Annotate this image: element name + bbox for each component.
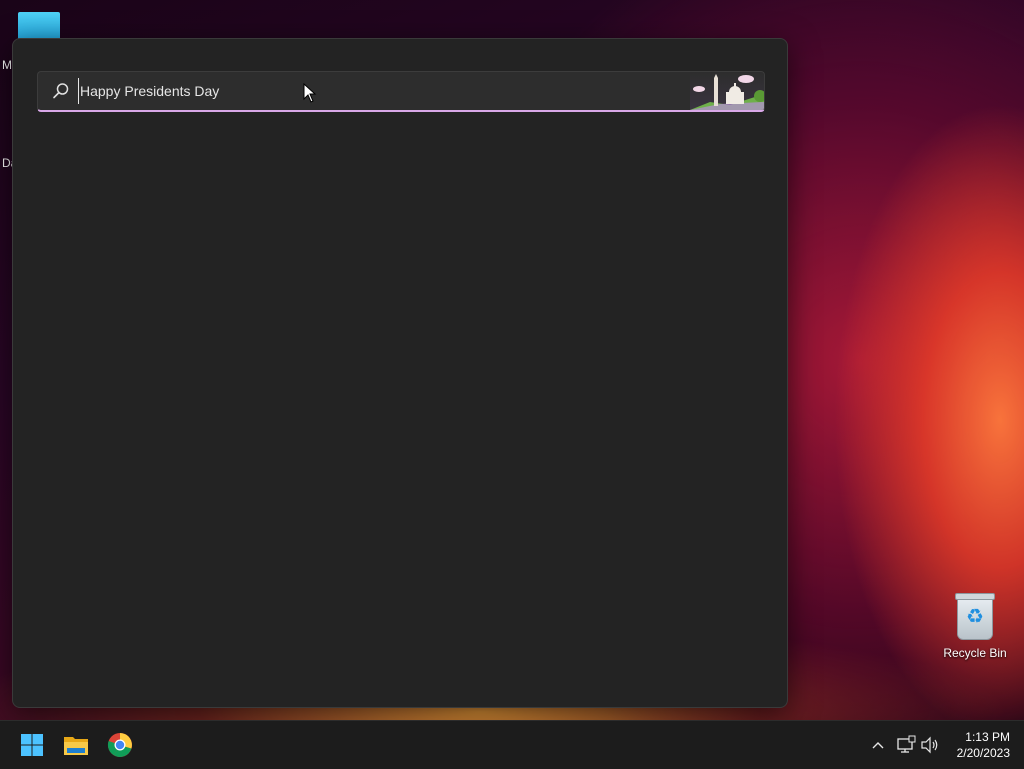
windows-logo-icon (21, 734, 43, 756)
mouse-pointer-icon (303, 83, 317, 103)
recycle-bin-label: Recycle Bin (943, 646, 1007, 660)
chrome-icon (107, 733, 132, 757)
clock-date: 2/20/2023 (956, 746, 1010, 760)
search-input[interactable] (78, 78, 640, 104)
recycle-bin[interactable]: ♻ Recycle Bin (940, 593, 1010, 660)
desktop-item-label: M (2, 58, 12, 72)
recycle-bin-icon: ♻ (955, 593, 995, 640)
search-panel (12, 38, 788, 708)
file-explorer-button[interactable] (58, 727, 94, 763)
clock-time: 1:13 PM (965, 730, 1010, 744)
volume-icon (921, 736, 938, 754)
show-hidden-icons-button[interactable] (870, 735, 886, 755)
search-box[interactable] (37, 71, 765, 112)
volume-button[interactable] (920, 735, 940, 755)
network-button[interactable] (896, 735, 916, 755)
start-button[interactable] (14, 727, 50, 763)
chevron-up-icon (872, 742, 884, 749)
clock[interactable]: 1:13 PM 2/20/2023 (957, 729, 1010, 761)
folder-icon (64, 737, 88, 755)
chrome-button[interactable] (102, 727, 138, 763)
presidents-day-highlight-icon[interactable] (690, 72, 764, 110)
search-icon (53, 83, 69, 99)
taskbar: 1:13 PM 2/20/2023 (0, 720, 1024, 769)
network-icon (897, 735, 916, 753)
